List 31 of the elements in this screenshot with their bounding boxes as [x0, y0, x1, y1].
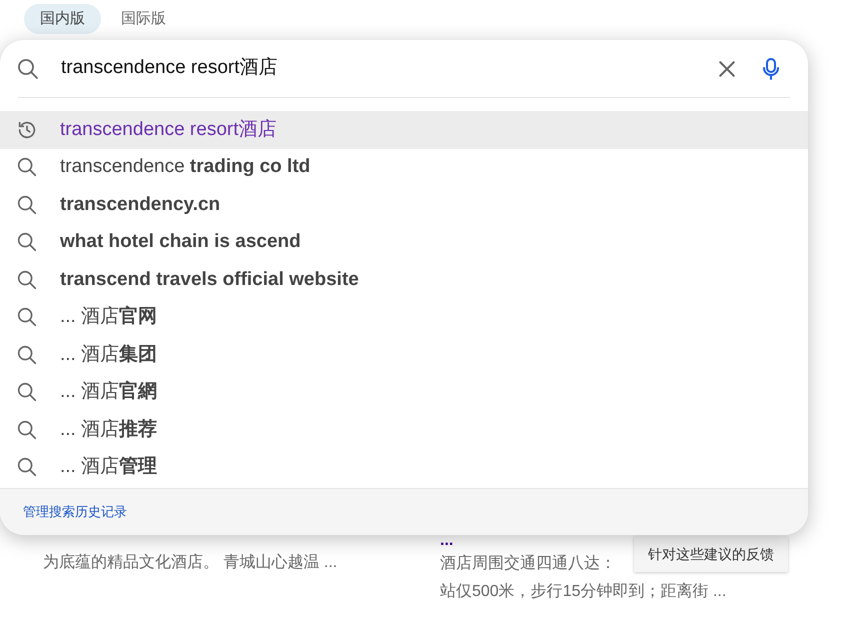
search-icon [16, 56, 40, 80]
search-icon [16, 418, 38, 441]
result-snippet: 站仅500米，步行15分钟即到；距离街 ... [440, 582, 726, 602]
suggestion-item[interactable]: what hotel chain is ascend [0, 224, 808, 261]
feedback-tooltip[interactable]: 针对这些建议的反馈 [634, 536, 788, 572]
search-icon [16, 194, 38, 216]
search-icon [16, 344, 38, 366]
suggestion-item[interactable]: transcendence trading co ltd [0, 148, 808, 186]
search-icon [16, 231, 38, 254]
suggestion-item[interactable]: ... 酒店官网 [0, 298, 808, 336]
search-icon [16, 156, 38, 178]
search-field[interactable]: transcendence resort酒店 [61, 54, 718, 83]
microphone-icon[interactable] [760, 56, 782, 80]
region-tab[interactable]: 国际版 [105, 4, 182, 34]
result-snippet: 酒店周围交通四通八达： [440, 554, 616, 574]
search-icon [16, 268, 38, 291]
suggestion-item[interactable]: transcendence resort酒店 [0, 111, 808, 148]
search-icon [16, 306, 38, 328]
suggestion-item[interactable]: ... 酒店管理 [0, 448, 808, 486]
close-icon[interactable] [718, 60, 736, 78]
result-title[interactable]: ... [440, 532, 454, 550]
search-icon [16, 381, 38, 404]
suggestion-item[interactable]: ... 酒店集团 [0, 336, 808, 374]
suggestion-item[interactable]: transcend travels official website [0, 261, 808, 298]
suggestion-item[interactable]: ... 酒店官網 [0, 374, 808, 411]
search-icon [16, 456, 38, 478]
result-snippet: 为底蕴的精品文化酒店。 青城山心越温 ... [43, 552, 338, 573]
suggestion-item[interactable]: ... 酒店推荐 [0, 411, 808, 448]
manage-history-link[interactable]: 管理搜索历史记录 [23, 502, 127, 522]
suggestion-item[interactable]: transcendency.cn [0, 186, 808, 224]
region-tab[interactable]: 国内版 [24, 4, 101, 34]
